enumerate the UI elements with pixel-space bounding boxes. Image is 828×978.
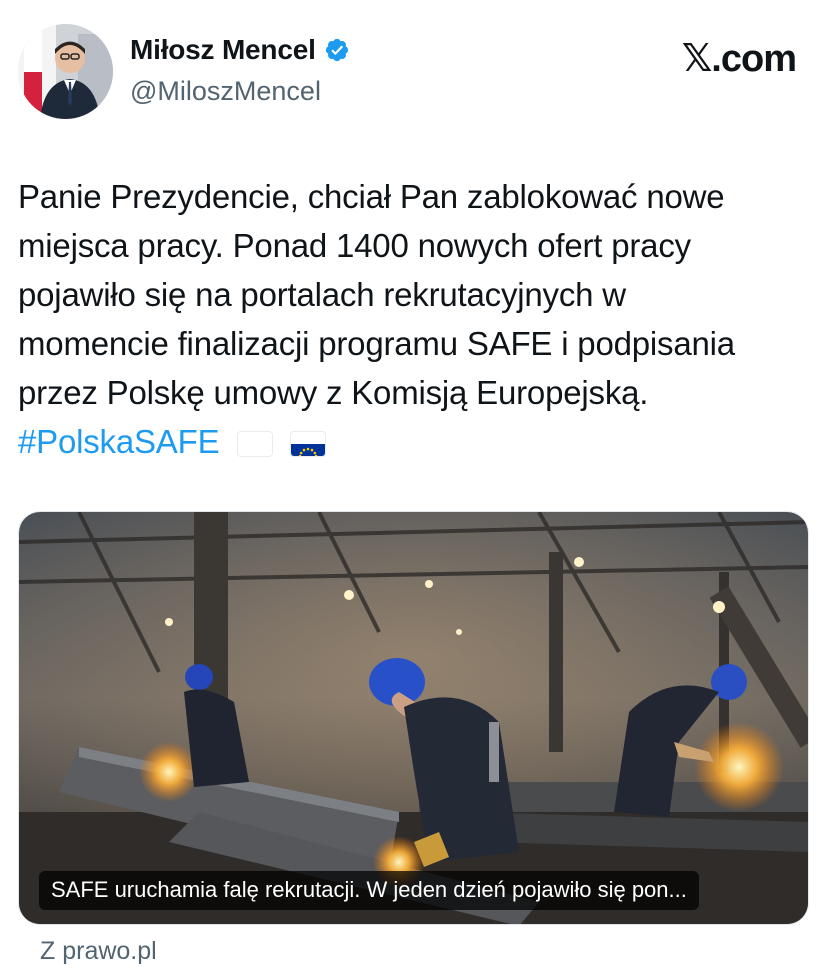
handle[interactable]: @MiloszMencel bbox=[130, 76, 321, 107]
link-card[interactable]: SAFE uruchamia falę rekrutacji. W jeden … bbox=[18, 511, 809, 925]
display-name[interactable]: Miłosz Mencel bbox=[130, 34, 350, 66]
avatar-photo-icon bbox=[18, 24, 113, 119]
tweet-header: Miłosz Mencel @MiloszMencel 𝕏.com bbox=[0, 0, 828, 140]
factory-workers-photo-icon bbox=[19, 512, 808, 924]
hashtag-line: #PolskaSAFE bbox=[18, 417, 818, 466]
tweet-line: Panie Prezydencie, chciał Pan zablokować… bbox=[18, 178, 725, 215]
tweet-line: pojawiło się na portalach rekrutacyjnych… bbox=[18, 276, 626, 313]
avatar[interactable] bbox=[18, 24, 113, 119]
x-com-logo: 𝕏.com bbox=[681, 38, 797, 80]
link-card-caption: SAFE uruchamia falę rekrutacji. W jeden … bbox=[39, 871, 699, 910]
tweet-line: miejsca pracy. Ponad 1400 nowych ofert p… bbox=[18, 227, 691, 264]
tweet-line: przez Polskę umowy z Komisją Europejską. bbox=[18, 374, 649, 411]
flag-eu-icon bbox=[291, 432, 326, 457]
tweet-text: Panie Prezydencie, chciał Pan zablokować… bbox=[18, 172, 818, 466]
link-source[interactable]: Z prawo.pl bbox=[40, 937, 157, 966]
display-name-text: Miłosz Mencel bbox=[130, 34, 316, 65]
hashtag-link[interactable]: #PolskaSAFE bbox=[18, 423, 220, 460]
verified-badge-icon bbox=[325, 38, 348, 62]
flag-poland-icon bbox=[238, 432, 273, 457]
tweet-line: momencie finalizacji programu SAFE i pod… bbox=[18, 325, 735, 362]
